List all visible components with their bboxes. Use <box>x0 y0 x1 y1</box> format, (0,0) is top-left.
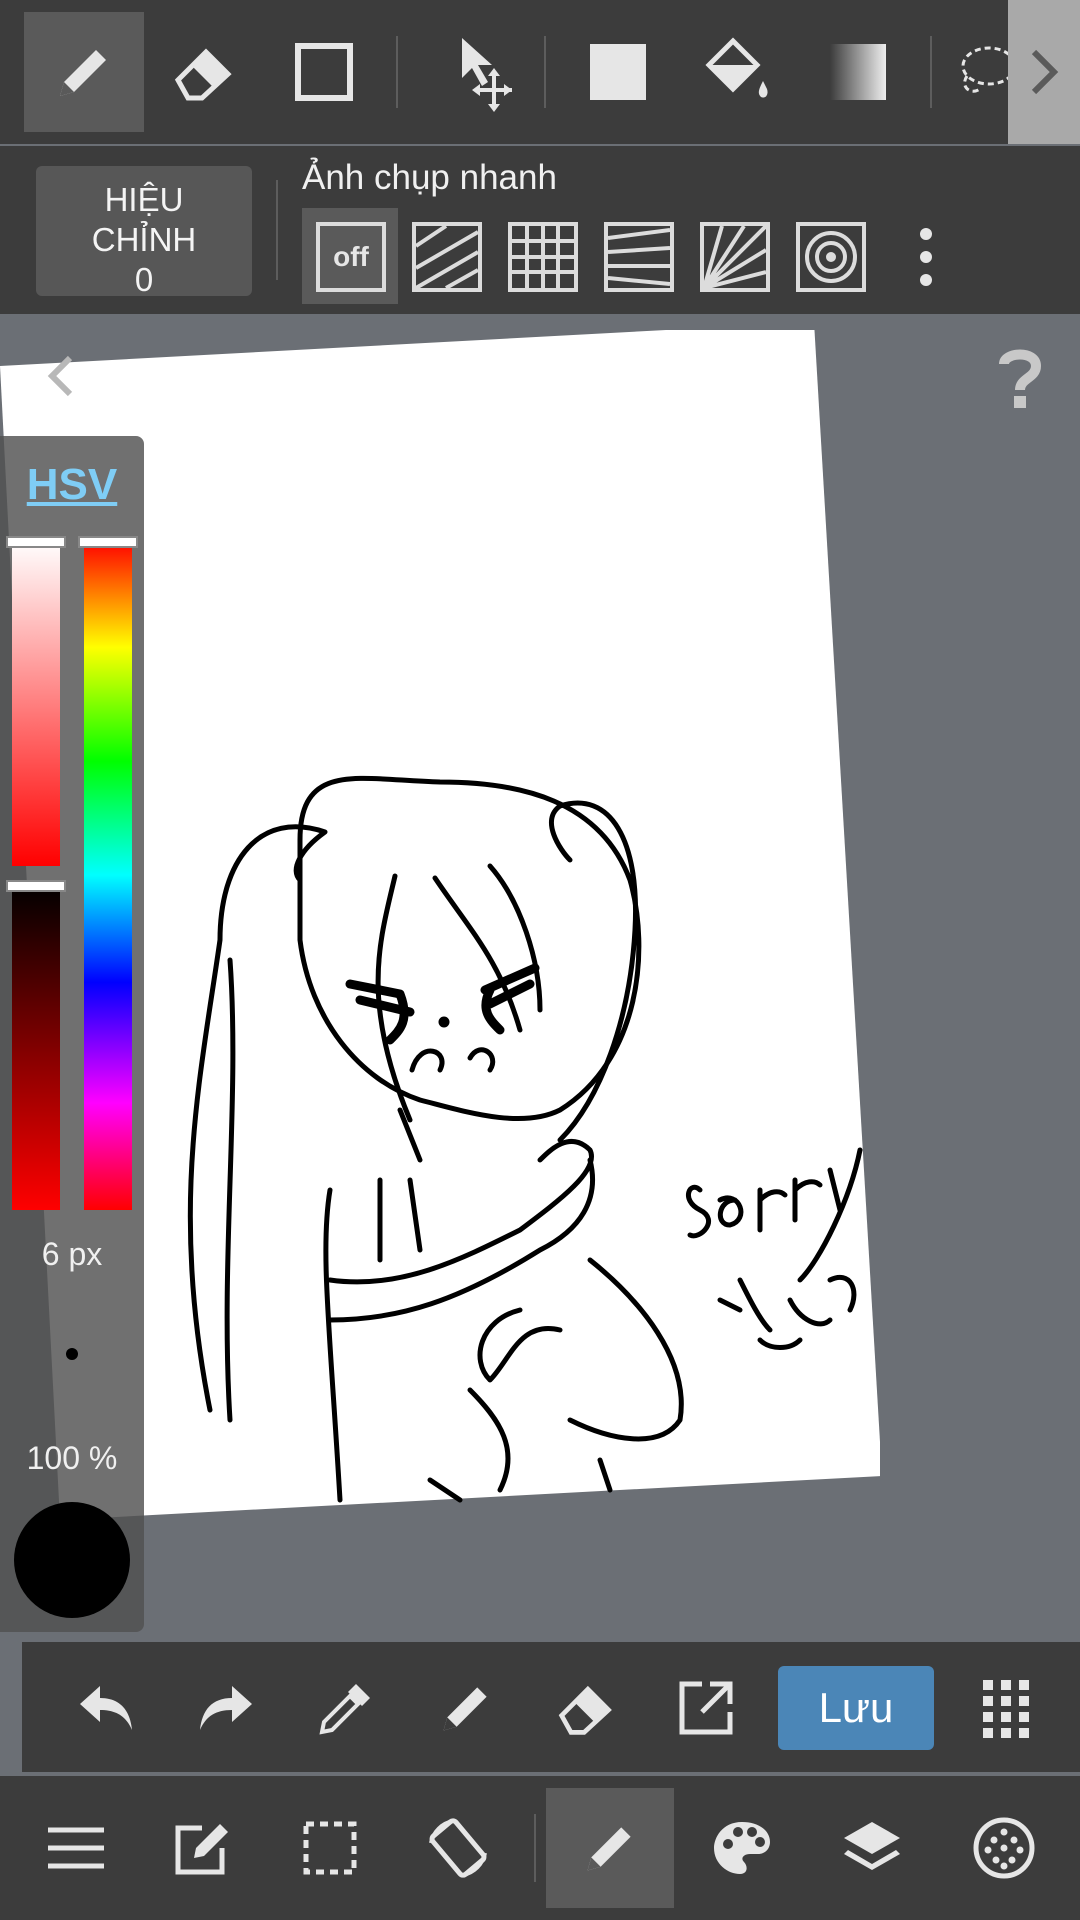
external-link-icon <box>679 1681 733 1735</box>
parallel-lines-icon <box>416 226 478 288</box>
panel-collapse-button[interactable] <box>40 352 80 400</box>
save-label: Lưu <box>818 1684 894 1731</box>
current-color-swatch[interactable] <box>14 1502 130 1618</box>
nav-divider <box>534 1814 536 1882</box>
gradient-icon <box>830 44 886 100</box>
undo-icon <box>80 1686 132 1730</box>
redo-button[interactable] <box>178 1664 274 1752</box>
palette-icon <box>714 1822 770 1874</box>
eraser-quick-button[interactable] <box>538 1664 634 1752</box>
color-palette-button[interactable] <box>678 1788 806 1908</box>
brush-nav-button[interactable] <box>546 1788 674 1908</box>
pen-icon <box>443 1687 487 1731</box>
correction-button[interactable]: HIỆU CHỈNH 0 <box>36 166 252 296</box>
correction-label-line1: HIỆU <box>104 181 184 218</box>
brush-size-preview <box>66 1348 78 1360</box>
brightness-handle[interactable] <box>6 880 66 892</box>
correction-label-line2: CHỈNH <box>91 221 197 258</box>
dashed-select-icon <box>303 1821 357 1875</box>
menu-button[interactable] <box>12 1788 140 1908</box>
snap-grid-button[interactable] <box>508 222 578 292</box>
undo-button[interactable] <box>58 1664 154 1752</box>
snap-radial-button[interactable] <box>700 222 770 292</box>
chevron-right-icon <box>1031 49 1059 95</box>
grid-dots-icon <box>983 1680 1029 1738</box>
hsv-mode-link[interactable]: HSV <box>0 460 144 510</box>
pen-icon <box>587 1827 631 1871</box>
snap-perspective-button[interactable] <box>604 222 674 292</box>
snap-off-label: off <box>333 241 369 272</box>
snap-divider <box>276 180 278 280</box>
snap-more-button[interactable] <box>910 222 950 292</box>
question-mark-icon <box>999 349 1042 408</box>
concentric-circle-icon <box>805 231 857 283</box>
fill-tool-button[interactable] <box>558 12 678 132</box>
snap-off-button[interactable]: off <box>316 222 386 292</box>
eraser-icon <box>174 48 232 101</box>
paint-bucket-icon <box>705 37 768 98</box>
save-button[interactable]: Lưu <box>778 1666 934 1750</box>
saturation-slider[interactable] <box>12 540 60 866</box>
saturation-handle[interactable] <box>6 536 66 548</box>
correction-value: 0 <box>134 261 154 296</box>
brightness-slider[interactable] <box>12 884 60 1210</box>
rectangle-outline-icon <box>295 43 353 101</box>
hue-slider[interactable] <box>84 540 132 1210</box>
selection-button[interactable] <box>266 1788 394 1908</box>
eraser-tool-button[interactable] <box>144 12 264 132</box>
hamburger-menu-icon <box>48 1827 104 1869</box>
snap-title: Ảnh chụp nhanh <box>302 158 557 197</box>
rectangle-tool-button[interactable] <box>264 12 384 132</box>
hue-handle[interactable] <box>78 536 138 548</box>
toolbar-divider <box>544 36 546 108</box>
brush-size-label[interactable]: 6 px <box>0 1236 144 1273</box>
edit-button[interactable] <box>138 1788 266 1908</box>
move-select-icon <box>462 38 512 112</box>
eyedropper-icon <box>319 1684 370 1735</box>
perspective-lines-icon <box>608 228 670 286</box>
eyedropper-button[interactable] <box>298 1664 394 1752</box>
bucket-tool-button[interactable] <box>678 12 798 132</box>
pen-tool-button[interactable] <box>24 12 144 132</box>
radial-lines-icon <box>704 226 766 288</box>
move-tool-button[interactable] <box>412 12 532 132</box>
grid-icon <box>512 226 574 288</box>
toolbar-scroll-right[interactable] <box>1008 0 1080 144</box>
edit-square-icon <box>175 1824 228 1875</box>
help-button[interactable] <box>990 346 1050 410</box>
rotate-screen-icon <box>429 1818 487 1878</box>
snap-circle-button[interactable] <box>796 222 866 292</box>
dotted-circle-icon <box>973 1817 1035 1879</box>
snap-parallel-button[interactable] <box>412 222 482 292</box>
opacity-label[interactable]: 100 % <box>0 1440 144 1477</box>
toolbar-divider <box>396 36 398 108</box>
toolbar-divider <box>930 36 932 108</box>
more-actions-button[interactable] <box>958 1664 1054 1752</box>
chevron-left-icon <box>47 355 73 397</box>
square-fill-icon <box>590 44 646 100</box>
rotate-canvas-button[interactable] <box>394 1788 522 1908</box>
share-button[interactable] <box>658 1664 754 1752</box>
pen-quick-button[interactable] <box>418 1664 514 1752</box>
gradient-tool-button[interactable] <box>798 12 918 132</box>
layers-icon <box>844 1822 900 1870</box>
pen-icon <box>60 50 106 96</box>
eraser-icon <box>558 1685 612 1735</box>
more-vertical-icon <box>920 228 932 286</box>
material-button[interactable] <box>940 1788 1068 1908</box>
layers-button[interactable] <box>808 1788 936 1908</box>
redo-icon <box>200 1686 252 1730</box>
